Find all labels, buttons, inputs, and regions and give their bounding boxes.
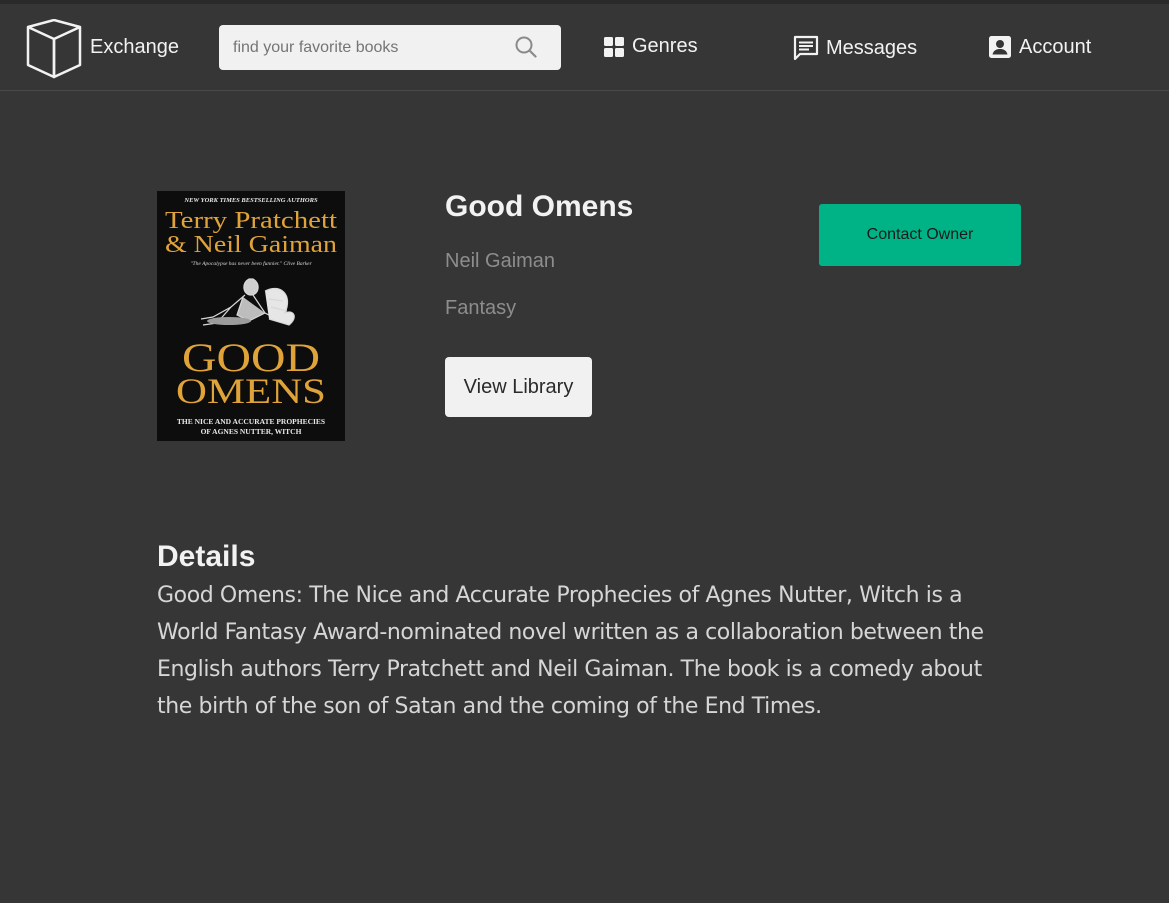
- account-icon: [989, 36, 1011, 58]
- book-genre: Fantasy: [445, 297, 517, 319]
- nav-messages[interactable]: Messages: [793, 35, 917, 61]
- search-bar: [219, 25, 561, 70]
- nav-account-label: Account: [1019, 35, 1092, 58]
- cover-author-line2: & Neil Gaiman: [165, 232, 337, 258]
- message-icon: [793, 35, 819, 61]
- cover-title-line2: OMENS: [176, 371, 326, 411]
- grid-icon: [604, 36, 624, 57]
- open-book-icon: [26, 19, 82, 79]
- navbar: Exchange Genres Messages: [0, 4, 1169, 91]
- search-icon[interactable]: [515, 36, 537, 58]
- book-cover-image: NEW YORK TIMES BESTSELLING AUTHORS Terry…: [157, 191, 345, 441]
- nav-account[interactable]: Account: [988, 35, 1091, 59]
- nav-messages-label: Messages: [826, 36, 918, 59]
- view-library-button[interactable]: View Library: [445, 357, 592, 417]
- cover-subtitle-line2: OF AGNES NUTTER, WITCH: [201, 427, 302, 436]
- book-title: Good Omens: [445, 190, 634, 223]
- cover-tagline: NEW YORK TIMES BESTSELLING AUTHORS: [183, 197, 318, 204]
- cover-quote: "The Apocalypse has never been funnier."…: [190, 260, 312, 267]
- cover-subtitle-line1: THE NICE AND ACCURATE PROPHECIES: [177, 417, 325, 426]
- book-author: Neil Gaiman: [445, 250, 556, 272]
- search-input[interactable]: [233, 32, 503, 63]
- logo-text: Exchange: [90, 35, 179, 58]
- nav-genres-label: Genres: [632, 35, 698, 57]
- logo-link[interactable]: Exchange: [26, 19, 179, 79]
- contact-owner-button[interactable]: Contact Owner: [819, 204, 1021, 266]
- details-heading: Details: [157, 540, 256, 573]
- nav-genres[interactable]: Genres: [603, 35, 698, 58]
- details-description: Good Omens: The Nice and Accurate Prophe…: [157, 583, 984, 719]
- cover-author-line1: Terry Pratchett: [165, 208, 337, 234]
